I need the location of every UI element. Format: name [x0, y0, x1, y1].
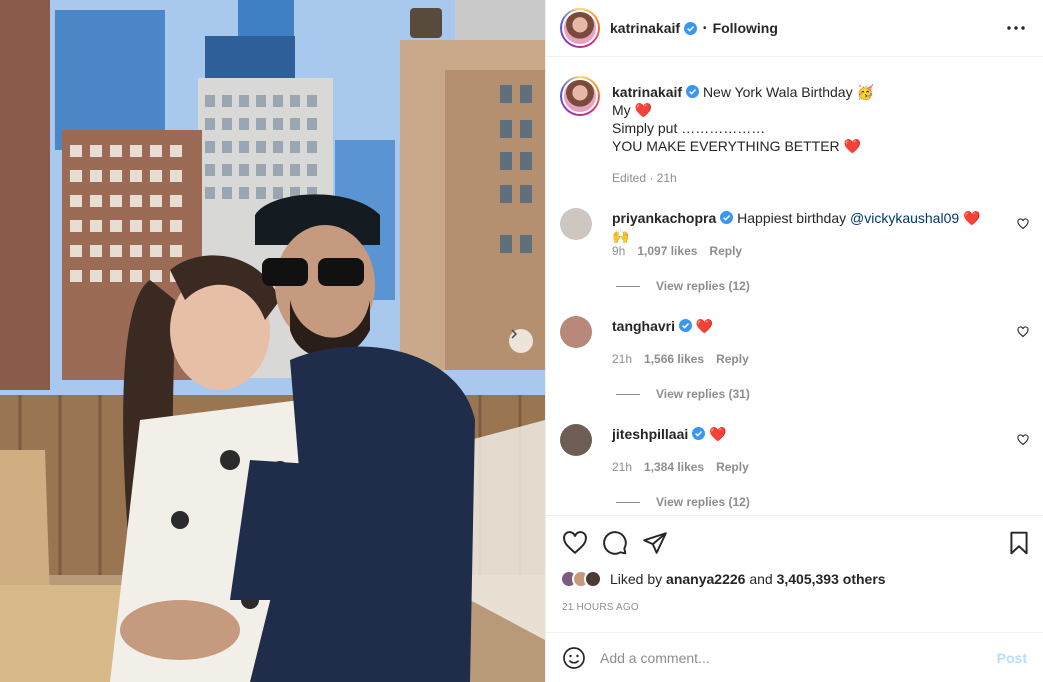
post-comment-button[interactable]: Post	[997, 650, 1027, 666]
commenter-avatar[interactable]	[560, 424, 592, 456]
reply-button[interactable]: Reply	[716, 460, 749, 474]
verified-badge-icon	[679, 319, 693, 332]
action-bar	[546, 515, 1043, 569]
caption-author-avatar[interactable]	[560, 76, 600, 116]
add-comment-bar: Post	[546, 632, 1043, 682]
view-replies-button[interactable]: View replies (12)	[616, 495, 750, 509]
comment-emoji: ❤️	[695, 318, 714, 334]
reply-button[interactable]: Reply	[709, 244, 742, 258]
commenter-username[interactable]: priyankachopra	[612, 210, 716, 226]
like-comment-heart-icon[interactable]	[1017, 434, 1029, 446]
likes-middle: and	[745, 571, 777, 587]
caption-title: New York Wala Birthday 🥳	[702, 84, 874, 100]
verified-badge-icon	[692, 427, 706, 440]
verified-badge-icon	[686, 85, 700, 98]
comment-age: 9h	[612, 244, 626, 258]
caption-line: YOU MAKE EVERYTHING BETTER ❤️	[612, 138, 861, 154]
post-photo[interactable]	[0, 0, 545, 682]
view-replies-label: View replies (12)	[656, 279, 750, 293]
comment-likes[interactable]: 1,566 likes	[644, 352, 704, 366]
comment-input[interactable]	[600, 649, 997, 666]
comment-age: 21h	[612, 460, 633, 474]
comment-item: tanghavri ❤️ 21h 1,566 likes Reply View re…	[560, 316, 1029, 416]
mention-link[interactable]: @vickykaushal09	[850, 210, 959, 226]
comment-likes[interactable]: 1,097 likes	[637, 244, 697, 258]
emoji-smiley-icon[interactable]	[562, 646, 586, 670]
verified-badge-icon	[684, 21, 698, 35]
reply-button[interactable]: Reply	[716, 352, 749, 366]
liker-avatars[interactable]	[560, 570, 602, 588]
comment-item: jiteshpillaai ❤️ 21h 1,384 likes Reply Vie…	[560, 424, 1029, 515]
view-replies-label: View replies (12)	[656, 495, 750, 509]
post-header: katrinakaif • Following	[546, 0, 1043, 57]
commenter-username[interactable]: jiteshpillaai	[612, 426, 688, 442]
commenter-username[interactable]: tanghavri	[612, 318, 675, 334]
others-count[interactable]: 3,405,393 others	[777, 571, 886, 587]
likes-prefix: Liked by	[610, 571, 667, 587]
like-comment-heart-icon[interactable]	[1017, 326, 1029, 338]
commenter-avatar[interactable]	[560, 208, 592, 240]
verified-badge-icon	[720, 211, 734, 224]
commenter-avatar[interactable]	[560, 316, 592, 348]
caption-line: Simply put ………………	[612, 120, 766, 136]
caption-meta: Edited · 21h	[612, 171, 677, 185]
caption-line: My ❤️	[612, 102, 652, 118]
author-avatar[interactable]	[560, 8, 600, 48]
comment-likes[interactable]: 1,384 likes	[644, 460, 704, 474]
comment-item: priyankachopra Happiest birthday @vickyk…	[560, 208, 1029, 308]
photo-illustration	[0, 0, 545, 682]
view-replies-button[interactable]: View replies (12)	[616, 279, 750, 293]
share-send-icon[interactable]	[642, 530, 668, 556]
liker-avatar	[584, 570, 602, 588]
view-replies-button[interactable]: View replies (31)	[616, 387, 750, 401]
more-horizontal-icon	[1007, 26, 1025, 30]
view-replies-label: View replies (31)	[656, 387, 750, 401]
comment-text: Happiest birthday	[737, 210, 850, 226]
comment-age: 21h	[612, 352, 633, 366]
comment-emoji: ❤️	[709, 426, 727, 442]
next-photo-button[interactable]	[509, 329, 533, 353]
like-comment-heart-icon[interactable]	[1017, 218, 1029, 230]
following-button[interactable]: Following	[713, 20, 778, 36]
comments-list[interactable]: katrinakaif New York Wala Birthday 🥳 My …	[546, 58, 1043, 515]
more-options-button[interactable]	[1005, 18, 1027, 38]
chevron-right-icon	[511, 329, 518, 339]
author-username[interactable]: katrinakaif	[610, 20, 680, 36]
save-bookmark-icon[interactable]	[1006, 530, 1032, 556]
liked-by-username[interactable]: ananya2226	[666, 571, 745, 587]
post-timestamp[interactable]: 21 HOURS AGO	[562, 602, 639, 613]
post-side-panel: katrinakaif • Following katrinakaif New …	[545, 0, 1043, 682]
separator-dot: •	[703, 22, 707, 34]
comment-bubble-icon[interactable]	[602, 530, 628, 556]
like-heart-icon[interactable]	[562, 530, 588, 556]
caption-username[interactable]: katrinakaif	[612, 84, 682, 100]
likes-summary: Liked by ananya2226 and 3,405,393 others	[560, 570, 1029, 588]
caption: katrinakaif New York Wala Birthday 🥳 My …	[560, 73, 1029, 193]
